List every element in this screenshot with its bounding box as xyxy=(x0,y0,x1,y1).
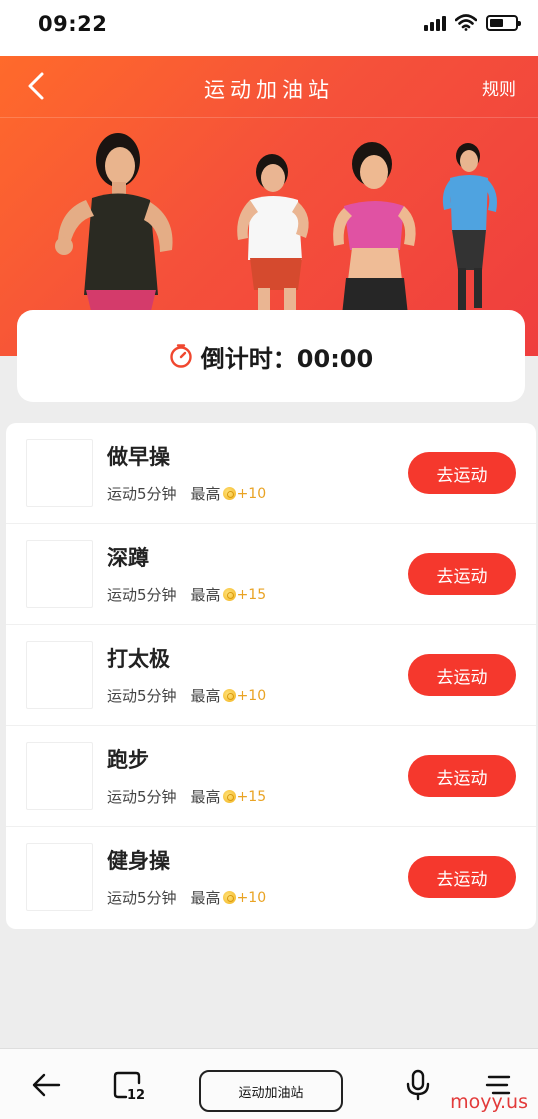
tabs-button[interactable]: 12 xyxy=(108,1067,148,1103)
task-name: 跑步 xyxy=(107,748,149,772)
task-reward: +10 xyxy=(236,889,267,906)
status-time: 09:22 xyxy=(38,12,108,36)
task-thumbnail xyxy=(26,439,93,507)
timer-icon xyxy=(170,344,192,368)
task-max-label: 最高 xyxy=(190,687,221,705)
list-item: 深蹲 运动5分钟 最高 +15 去运动 xyxy=(6,524,536,625)
list-item: 做早操 运动5分钟 最高 +10 去运动 xyxy=(6,423,536,524)
page-title: 运动加油站 xyxy=(204,78,334,102)
task-name: 做早操 xyxy=(107,445,170,469)
task-name: 打太极 xyxy=(107,647,170,671)
coin-icon xyxy=(222,487,236,500)
coin-icon xyxy=(222,588,236,601)
rules-link[interactable]: 规则 xyxy=(482,75,516,100)
go-exercise-button[interactable]: 去运动 xyxy=(408,553,516,595)
task-thumbnail xyxy=(26,742,93,810)
runners-illustration xyxy=(55,133,497,315)
task-meta: 运动5分钟 最高 +10 xyxy=(107,887,266,908)
task-thumbnail xyxy=(26,540,93,608)
task-max-label: 最高 xyxy=(190,889,221,907)
go-exercise-button[interactable]: 去运动 xyxy=(408,452,516,494)
task-meta: 运动5分钟 最高 +15 xyxy=(107,786,266,807)
coin-icon xyxy=(222,891,236,904)
task-reward: +15 xyxy=(236,788,267,805)
go-exercise-button[interactable]: 去运动 xyxy=(408,654,516,696)
task-thumbnail xyxy=(26,641,93,709)
tab-count: 12 xyxy=(127,1088,144,1101)
task-meta: 运动5分钟 最高 +15 xyxy=(107,584,266,605)
task-duration: 运动5分钟 xyxy=(107,586,177,604)
task-name: 深蹲 xyxy=(107,546,149,570)
go-exercise-button[interactable]: 去运动 xyxy=(408,856,516,898)
mic-icon xyxy=(406,1069,430,1101)
battery-icon xyxy=(486,14,521,31)
task-duration: 运动5分钟 xyxy=(107,485,177,503)
task-max-label: 最高 xyxy=(190,586,221,604)
task-reward: +10 xyxy=(236,687,267,704)
status-bar: 09:22 xyxy=(0,0,538,56)
task-reward: +15 xyxy=(236,586,267,603)
task-max-label: 最高 xyxy=(190,788,221,806)
task-meta: 运动5分钟 最高 +10 xyxy=(107,685,266,706)
countdown-label: 倒计时：00:00 xyxy=(200,344,374,373)
browser-back-button[interactable] xyxy=(26,1067,66,1103)
signal-icon xyxy=(424,15,446,31)
task-thumbnail xyxy=(26,843,93,911)
coin-icon xyxy=(222,689,236,702)
list-item: 打太极 运动5分钟 最高 +10 去运动 xyxy=(6,625,536,726)
status-icons xyxy=(424,14,521,31)
task-reward: +10 xyxy=(236,485,267,502)
task-max-label: 最高 xyxy=(190,485,221,503)
coin-icon xyxy=(222,790,236,803)
countdown-card: 倒计时：00:00 xyxy=(17,310,525,402)
list-item: 健身操 运动5分钟 最高 +10 去运动 xyxy=(6,827,536,928)
browser-page-title[interactable]: 运动加油站 xyxy=(199,1070,343,1112)
list-item: 跑步 运动5分钟 最高 +15 去运动 xyxy=(6,726,536,827)
back-arrow-icon xyxy=(32,1073,61,1097)
task-duration: 运动5分钟 xyxy=(107,889,177,907)
voice-button[interactable] xyxy=(398,1067,438,1103)
task-list: 做早操 运动5分钟 最高 +10 去运动 深蹲 运动5分钟 最高 +15 去运动… xyxy=(6,423,536,929)
watermark: moyy.us xyxy=(450,1091,528,1113)
task-meta: 运动5分钟 最高 +10 xyxy=(107,483,266,504)
go-exercise-button[interactable]: 去运动 xyxy=(408,755,516,797)
task-name: 健身操 xyxy=(107,849,170,873)
tabs-icon: 12 xyxy=(113,1071,144,1101)
task-duration: 运动5分钟 xyxy=(107,788,177,806)
task-duration: 运动5分钟 xyxy=(107,687,177,705)
top-nav: 运动加油站 规则 xyxy=(0,56,538,118)
wifi-icon xyxy=(455,14,477,31)
